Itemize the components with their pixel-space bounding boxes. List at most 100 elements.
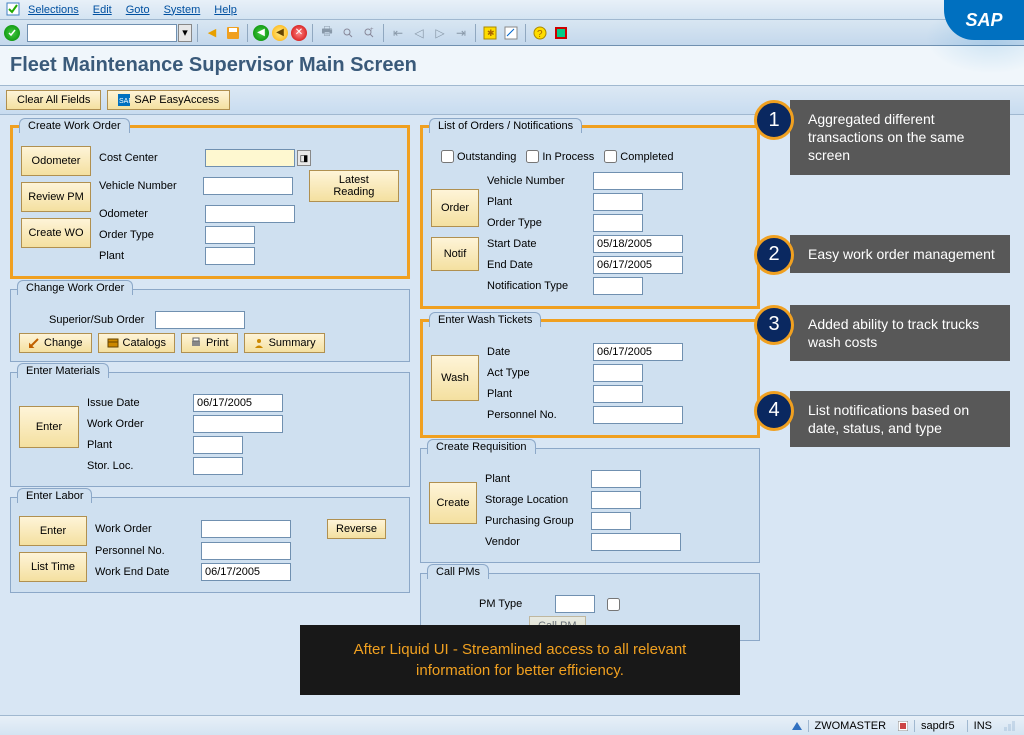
svg-text:SAP: SAP bbox=[119, 98, 130, 105]
person-icon bbox=[253, 337, 265, 349]
list-time-button[interactable]: List Time bbox=[19, 552, 87, 582]
storage-label: Storage Location bbox=[485, 494, 585, 506]
start-date-input[interactable] bbox=[593, 235, 683, 253]
inprocess-check-label[interactable]: In Process bbox=[526, 150, 594, 163]
find-next-icon[interactable]: + bbox=[360, 24, 378, 42]
completed-check-label[interactable]: Completed bbox=[604, 150, 673, 163]
wash-plant-input[interactable] bbox=[593, 385, 643, 403]
annotation-3-num: 3 bbox=[754, 305, 794, 345]
wash-button[interactable]: Wash bbox=[431, 355, 479, 401]
pm-check[interactable] bbox=[607, 598, 620, 611]
sap-logo: SAP bbox=[944, 0, 1024, 40]
ord-end-date-input[interactable] bbox=[593, 256, 683, 274]
menu-system[interactable]: System bbox=[164, 4, 201, 16]
status-session-icon[interactable] bbox=[898, 721, 908, 731]
notif-button[interactable]: Notif bbox=[431, 237, 479, 271]
ord-plant-input[interactable] bbox=[593, 193, 643, 211]
reverse-button[interactable]: Reverse bbox=[327, 519, 386, 539]
vehicle-input[interactable] bbox=[203, 177, 293, 195]
order-type-input[interactable] bbox=[205, 226, 255, 244]
labor-wo-input[interactable] bbox=[201, 520, 291, 538]
help-icon[interactable]: ? bbox=[531, 24, 549, 42]
dropdown-icon[interactable]: ▾ bbox=[178, 24, 192, 42]
completed-check[interactable] bbox=[604, 150, 617, 163]
menu-goto[interactable]: Goto bbox=[126, 4, 150, 16]
create-wo-button[interactable]: Create WO bbox=[21, 218, 91, 248]
annotation-4-text: List notifications based on date, status… bbox=[790, 391, 1010, 447]
issue-date-input[interactable] bbox=[193, 394, 283, 412]
outstanding-check-label[interactable]: Outstanding bbox=[441, 150, 516, 163]
back-button[interactable]: ◀ bbox=[203, 24, 221, 42]
materials-enter-button[interactable]: Enter bbox=[19, 406, 79, 448]
back-icon[interactable]: ◀ bbox=[253, 25, 269, 41]
menu-edit[interactable]: Edit bbox=[93, 4, 112, 16]
cost-center-f4[interactable]: ◨ bbox=[297, 150, 311, 166]
menu-help[interactable]: Help bbox=[214, 4, 237, 16]
status-triangle-icon[interactable] bbox=[792, 722, 802, 730]
change-button[interactable]: Change bbox=[19, 333, 92, 353]
labor-personnel-input[interactable] bbox=[201, 542, 291, 560]
end-date-input[interactable] bbox=[201, 563, 291, 581]
clear-all-button[interactable]: Clear All Fields bbox=[6, 90, 101, 110]
plant-input[interactable] bbox=[205, 247, 255, 265]
status-bars-icon bbox=[1004, 721, 1018, 731]
annotation-1-text: Aggregated different transactions on the… bbox=[790, 100, 1010, 175]
enter-button[interactable] bbox=[4, 25, 20, 41]
req-title: Create Requisition bbox=[427, 439, 536, 454]
print-icon[interactable]: 🖶 bbox=[318, 24, 336, 42]
ord-vehicle-input[interactable] bbox=[593, 172, 683, 190]
req-plant-input[interactable] bbox=[591, 470, 641, 488]
review-pm-button[interactable]: Review PM bbox=[21, 182, 91, 212]
menu-bar: Selections Edit Goto System Help bbox=[0, 0, 1024, 20]
last-page-icon[interactable]: ⇥ bbox=[452, 24, 470, 42]
order-button[interactable]: Order bbox=[431, 189, 479, 227]
cost-center-input[interactable] bbox=[205, 149, 295, 167]
wash-title: Enter Wash Tickets bbox=[429, 312, 541, 327]
storage-input[interactable] bbox=[591, 491, 641, 509]
summary-button[interactable]: Summary bbox=[244, 333, 325, 353]
layout-icon[interactable] bbox=[552, 24, 570, 42]
svg-text:?: ? bbox=[537, 29, 543, 40]
find-icon[interactable] bbox=[339, 24, 357, 42]
act-type-input[interactable] bbox=[593, 364, 643, 382]
vendor-input[interactable] bbox=[591, 533, 681, 551]
next-page-icon[interactable]: ▷ bbox=[431, 24, 449, 42]
status-mode: INS bbox=[967, 720, 998, 732]
mat-wo-label: Work Order bbox=[87, 418, 187, 430]
cancel-icon[interactable]: ✕ bbox=[291, 25, 307, 41]
ord-type-input[interactable] bbox=[593, 214, 643, 232]
command-field[interactable] bbox=[27, 24, 177, 42]
notif-type-input[interactable] bbox=[593, 277, 643, 295]
purch-group-input[interactable] bbox=[591, 512, 631, 530]
exit-icon[interactable]: ◀ bbox=[272, 25, 288, 41]
save-button[interactable] bbox=[224, 24, 242, 42]
create-req-button[interactable]: Create bbox=[429, 482, 477, 524]
shortcut-icon[interactable] bbox=[502, 24, 520, 42]
svg-text:+: + bbox=[370, 27, 374, 33]
labor-enter-button[interactable]: Enter bbox=[19, 516, 87, 546]
first-page-icon[interactable]: ⇤ bbox=[389, 24, 407, 42]
wash-personnel-label: Personnel No. bbox=[487, 409, 587, 421]
easy-access-button[interactable]: SAPSAP EasyAccess bbox=[107, 90, 230, 110]
new-session-icon[interactable]: ✱ bbox=[481, 24, 499, 42]
prev-page-icon[interactable]: ◁ bbox=[410, 24, 428, 42]
wash-tickets-group: Enter Wash Tickets Wash Date Act Type Pl… bbox=[420, 319, 760, 438]
odometer-button[interactable]: Odometer bbox=[21, 146, 91, 176]
print-button[interactable]: Print bbox=[181, 333, 238, 353]
labor-wo-label: Work Order bbox=[95, 523, 195, 535]
inprocess-check[interactable] bbox=[526, 150, 539, 163]
latest-reading-button[interactable]: Latest Reading bbox=[309, 170, 399, 202]
outstanding-check[interactable] bbox=[441, 150, 454, 163]
superior-input[interactable] bbox=[155, 311, 245, 329]
wash-personnel-input[interactable] bbox=[593, 406, 683, 424]
stor-loc-input[interactable] bbox=[193, 457, 243, 475]
odometer-input[interactable] bbox=[205, 205, 295, 223]
wash-date-input[interactable] bbox=[593, 343, 683, 361]
change-wo-title: Change Work Order bbox=[17, 280, 133, 295]
mat-plant-input[interactable] bbox=[193, 436, 243, 454]
create-work-order-group: Create Work Order Odometer Review PM Cre… bbox=[10, 125, 410, 279]
mat-wo-input[interactable] bbox=[193, 415, 283, 433]
pm-type-input[interactable] bbox=[555, 595, 595, 613]
menu-selections[interactable]: Selections bbox=[28, 4, 79, 16]
catalogs-button[interactable]: Catalogs bbox=[98, 333, 175, 353]
